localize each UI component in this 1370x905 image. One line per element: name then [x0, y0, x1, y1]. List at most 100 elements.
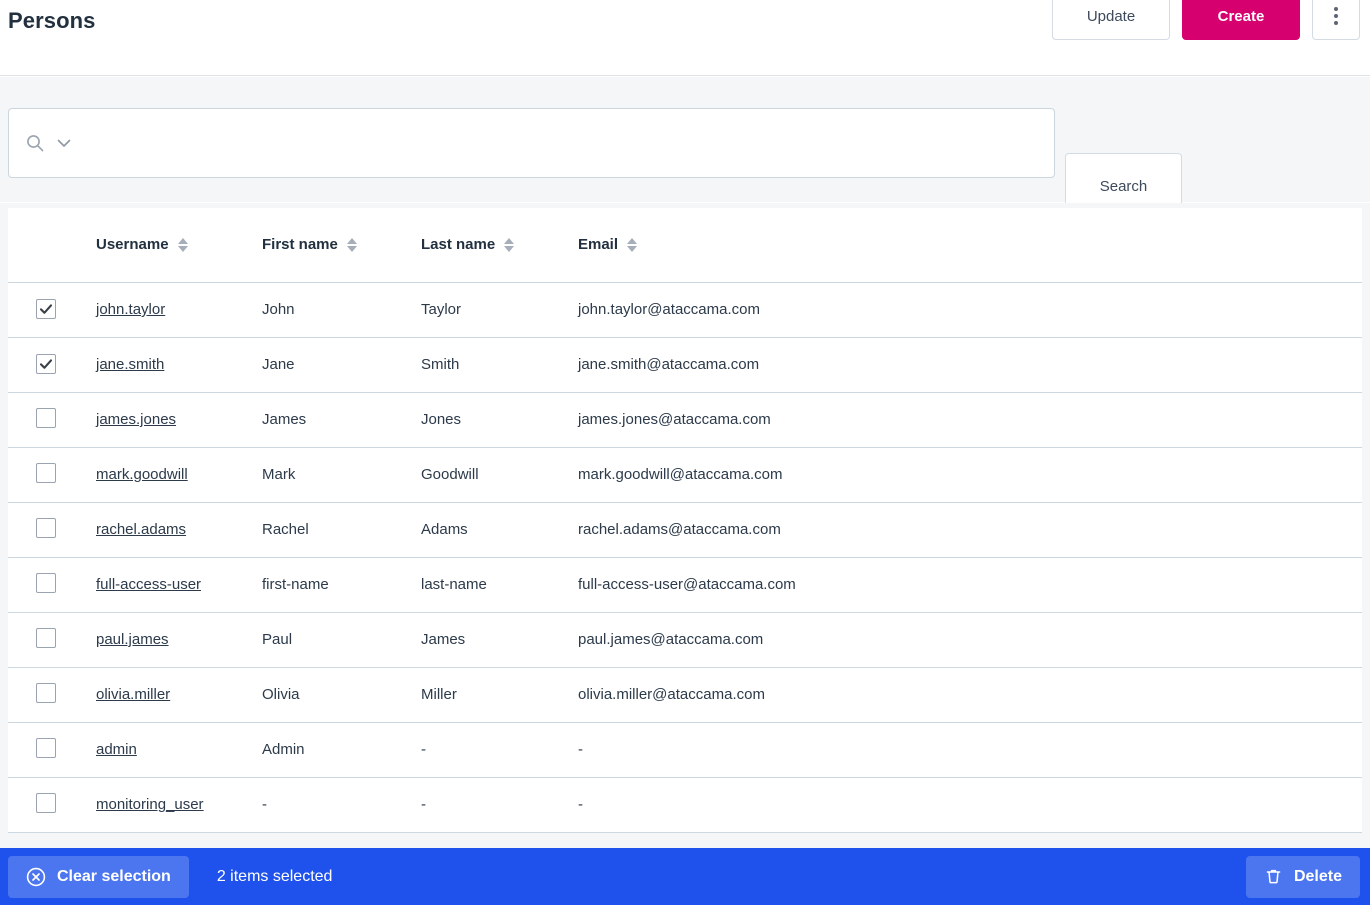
cell-email: - [578, 722, 1362, 777]
cell-last-name: James [421, 612, 578, 667]
search-input-container[interactable] [8, 108, 1055, 178]
cell-last-name: Smith [421, 337, 578, 392]
table-body: john.taylorJohnTaylorjohn.taylor@ataccam… [8, 282, 1362, 832]
cell-first-name: Admin [262, 722, 421, 777]
th-username[interactable]: Username [96, 208, 262, 282]
persons-table-card: Username First name La [8, 208, 1362, 833]
cell-username: monitoring_user [96, 777, 262, 832]
row-checkbox[interactable] [36, 793, 56, 813]
clear-selection-label: Clear selection [57, 868, 171, 886]
table-row[interactable]: olivia.millerOliviaMillerolivia.miller@a… [8, 667, 1362, 722]
row-checkbox[interactable] [36, 573, 56, 593]
header-actions: Update Create [1052, 0, 1360, 40]
sort-username-icon[interactable] [178, 238, 188, 252]
table-area: Username First name La [0, 203, 1370, 848]
username-link[interactable]: rachel.adams [96, 521, 186, 538]
row-checkbox[interactable] [36, 518, 56, 538]
search-toolbar: Search [0, 77, 1370, 202]
th-last-name[interactable]: Last name [421, 208, 578, 282]
cell-first-name: first-name [262, 557, 421, 612]
cell-last-name: last-name [421, 557, 578, 612]
cell-first-name: Paul [262, 612, 421, 667]
cell-select [8, 557, 96, 612]
cell-email: rachel.adams@ataccama.com [578, 502, 1362, 557]
table-row[interactable]: jane.smith JaneSmithjane.smith@ataccama.c… [8, 337, 1362, 392]
table-row[interactable]: paul.jamesPaulJamespaul.james@ataccama.c… [8, 612, 1362, 667]
cell-username: john.taylor [96, 282, 262, 337]
cell-select [8, 777, 96, 832]
more-options-button[interactable] [1312, 0, 1360, 40]
search-input[interactable] [83, 109, 1038, 177]
delete-button[interactable]: Delete [1246, 856, 1360, 898]
table-row[interactable]: james.jonesJamesJonesjames.jones@ataccam… [8, 392, 1362, 447]
row-checkbox[interactable] [36, 683, 56, 703]
username-link[interactable]: paul.james [96, 631, 169, 648]
table-row[interactable]: mark.goodwillMarkGoodwillmark.goodwill@a… [8, 447, 1362, 502]
clear-selection-button[interactable]: Clear selection [8, 856, 189, 898]
cell-select [8, 612, 96, 667]
create-button[interactable]: Create [1182, 0, 1300, 40]
persons-table: Username First name La [8, 208, 1362, 833]
th-email[interactable]: Email [578, 208, 1362, 282]
username-link[interactable]: mark.goodwill [96, 466, 188, 483]
username-link[interactable]: monitoring_user [96, 796, 204, 813]
cell-first-name: James [262, 392, 421, 447]
row-checkbox[interactable] [36, 463, 56, 483]
username-link[interactable]: james.jones [96, 411, 176, 428]
cell-username: admin [96, 722, 262, 777]
table-row[interactable]: john.taylorJohnTaylorjohn.taylor@ataccam… [8, 282, 1362, 337]
username-link[interactable]: jane.smith [96, 356, 164, 373]
th-username-label: Username [96, 236, 169, 253]
cell-first-name: Mark [262, 447, 421, 502]
sort-first-name-icon[interactable] [347, 238, 357, 252]
cell-email: mark.goodwill@ataccama.com [578, 447, 1362, 502]
cell-first-name: Jane [262, 337, 421, 392]
table-row[interactable]: adminAdmin-- [8, 722, 1362, 777]
sort-last-name-icon[interactable] [504, 238, 514, 252]
cell-username: mark.goodwill [96, 447, 262, 502]
cell-first-name: - [262, 777, 421, 832]
row-checkbox[interactable] [36, 408, 56, 428]
row-checkbox[interactable] [36, 354, 56, 374]
table-row[interactable]: full-access-user first-namelast-namefull-… [8, 557, 1362, 612]
cell-first-name: John [262, 282, 421, 337]
table-row[interactable]: monitoring_user--- [8, 777, 1362, 832]
chevron-down-icon[interactable] [55, 134, 73, 152]
cell-last-name: Jones [421, 392, 578, 447]
page-title: Persons [8, 8, 96, 34]
cell-username: james.jones [96, 392, 262, 447]
selected-count-label: 2 items selected [217, 868, 333, 886]
row-checkbox[interactable] [36, 299, 56, 319]
cell-email: full-access-user@ataccama.com [578, 557, 1362, 612]
page-header: Persons Update Create [0, 0, 1370, 76]
cell-first-name: Rachel [262, 502, 421, 557]
row-checkbox[interactable] [36, 628, 56, 648]
cell-last-name: Adams [421, 502, 578, 557]
selection-action-bar: Clear selection 2 items selected Delete [0, 848, 1370, 905]
username-link[interactable]: john.taylor [96, 301, 165, 318]
username-link[interactable]: admin [96, 741, 137, 758]
cell-select [8, 392, 96, 447]
cell-last-name: - [421, 777, 578, 832]
cell-email: john.taylor@ataccama.com [578, 282, 1362, 337]
cell-username: jane.smith [96, 337, 262, 392]
cell-email: jane.smith@ataccama.com [578, 337, 1362, 392]
table-header: Username First name La [8, 208, 1362, 282]
th-first-name[interactable]: First name [262, 208, 421, 282]
update-button[interactable]: Update [1052, 0, 1170, 40]
cell-email: - [578, 777, 1362, 832]
persons-page: Persons Update Create Search [0, 0, 1370, 905]
username-link[interactable]: full-access-user [96, 576, 201, 593]
sort-email-icon[interactable] [627, 238, 637, 252]
th-select [8, 208, 96, 282]
username-link[interactable]: olivia.miller [96, 686, 170, 703]
delete-label: Delete [1294, 868, 1342, 886]
th-last-name-label: Last name [421, 236, 495, 253]
cell-first-name: Olivia [262, 667, 421, 722]
circle-x-icon [26, 867, 46, 887]
kebab-menu-icon [1334, 7, 1338, 25]
row-checkbox[interactable] [36, 738, 56, 758]
table-row[interactable]: rachel.adams RachelAdamsrachel.adams@atac… [8, 502, 1362, 557]
cell-username: olivia.miller [96, 667, 262, 722]
cell-select [8, 447, 96, 502]
